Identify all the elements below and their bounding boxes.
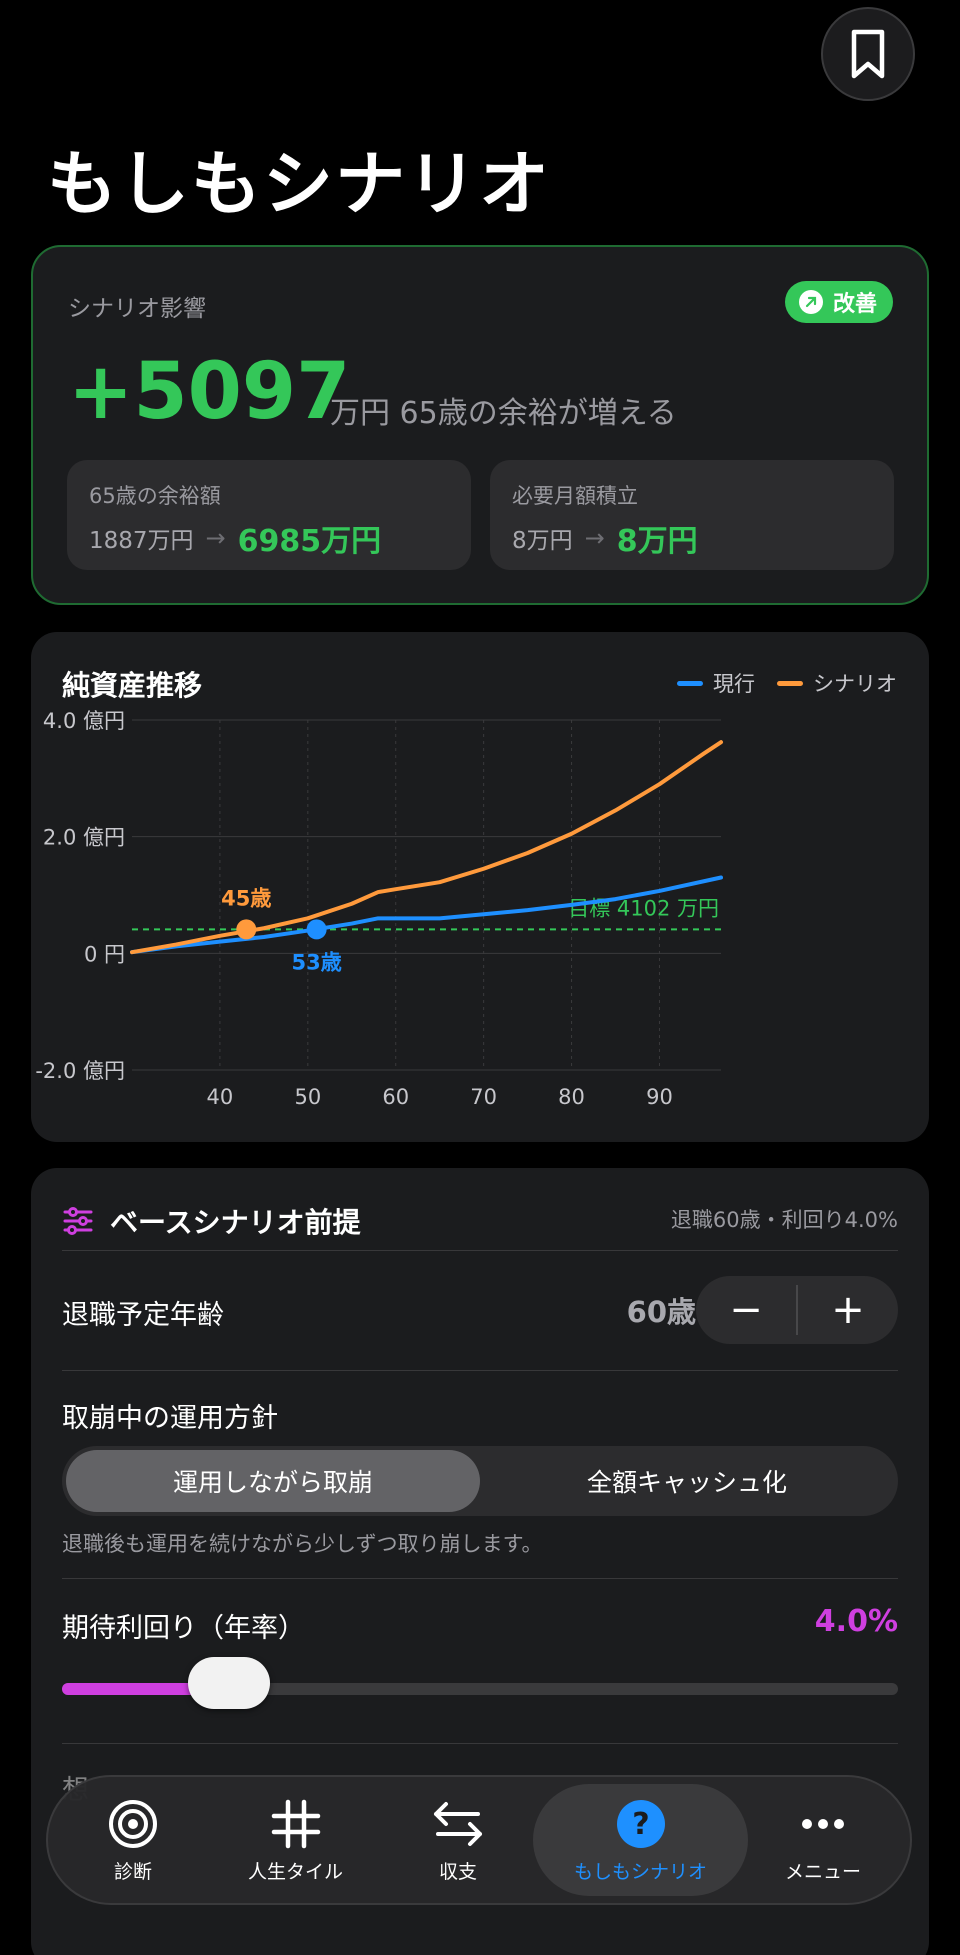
x-tick-label: 80	[558, 1085, 585, 1109]
net-worth-chart-card: 4.0 億円 2.0 億円 0 円 -2.0 億円 40 50 60 70 80 90 目標 410…	[31, 632, 929, 1142]
hash-icon	[270, 1797, 322, 1851]
x-tick-label: 40	[207, 1085, 234, 1109]
expected-return-label: 期待利回り（年率）	[62, 1613, 305, 1644]
marker-point	[306, 919, 327, 940]
segment-invest-while-withdrawing[interactable]: 運用しながら取崩	[66, 1450, 480, 1512]
target-label: 目標 4102 万円	[568, 896, 719, 920]
stat-from: 8万円	[512, 528, 573, 554]
tab-what-if-scenario[interactable]: ? もしもシナリオ	[533, 1784, 748, 1896]
legend-item-scenario: シナリオ	[777, 668, 897, 698]
chart-title: 純資産推移	[62, 669, 203, 702]
scenario-title: ベースシナリオ前提	[110, 1206, 361, 1239]
marker-label: 53歳	[291, 950, 341, 974]
stat-monthly-saving: 必要月額積立 8万円 → 8万円	[490, 460, 894, 570]
improvement-badge: 改善	[784, 281, 893, 323]
arrow-right-icon: →	[584, 524, 605, 552]
more-dots-icon	[797, 1797, 849, 1851]
arrows-swap-icon	[430, 1797, 486, 1851]
withdrawal-policy-label: 取崩中の運用方針	[62, 1403, 278, 1434]
arrow-right-icon: →	[205, 524, 226, 552]
stat-surplus-65: 65歳の余裕額 1887万円 → 6985万円	[67, 460, 471, 570]
tab-diagnosis[interactable]: 診断	[58, 1784, 208, 1896]
impact-value: +5097	[68, 347, 351, 437]
net-worth-chart: 4.0 億円 2.0 億円 0 円 -2.0 億円 40 50 60 70 80 90 目標 410…	[35, 709, 723, 1109]
x-tick-label: 90	[646, 1085, 673, 1109]
tab-bar: 診断 人生タイル 収支 ? もしもシナリオ メニュー	[46, 1775, 912, 1905]
svg-text:?: ?	[632, 1807, 649, 1842]
stat-to: 6985万円	[237, 524, 382, 559]
tab-label: メニュー	[784, 1860, 861, 1883]
y-tick-label: -2.0 億円	[35, 1059, 125, 1083]
expected-return-value: 4.0%	[814, 1604, 898, 1639]
tab-label: 収支	[438, 1860, 477, 1883]
bookmark-button[interactable]	[821, 7, 915, 101]
stat-from: 1887万円	[89, 528, 194, 554]
stat-title: 必要月額積立	[512, 484, 638, 508]
trend-up-icon	[798, 290, 823, 314]
impact-label: シナリオ影響	[68, 296, 206, 322]
tab-menu[interactable]: メニュー	[748, 1784, 898, 1896]
retire-age-stepper: − +	[696, 1276, 898, 1344]
stat-title: 65歳の余裕額	[89, 484, 221, 508]
segment-all-cash[interactable]: 全額キャッシュ化	[480, 1450, 894, 1512]
x-tick-label: 70	[470, 1085, 497, 1109]
target-icon	[107, 1797, 159, 1851]
legend-item-current: 現行	[677, 668, 755, 698]
expected-return-slider[interactable]	[62, 1657, 898, 1709]
policy-help-text: 退職後も運用を続けながら少しずつ取り崩します。	[62, 1532, 543, 1556]
impact-unit-text: 万円 65歳の余裕が増える	[330, 396, 677, 431]
decrement-button[interactable]: −	[696, 1276, 796, 1344]
y-tick-label: 0 円	[84, 942, 125, 966]
slider-thumb[interactable]	[188, 1657, 271, 1709]
question-circle-icon: ?	[615, 1797, 667, 1851]
y-tick-label: 4.0 億円	[43, 709, 125, 733]
scenario-impact-card: シナリオ影響 改善 +5097 万円 65歳の余裕が増える 65歳の余裕額 18…	[31, 245, 929, 605]
tab-life-tiles[interactable]: 人生タイル	[208, 1784, 383, 1896]
sliders-icon	[63, 1207, 93, 1235]
bookmark-icon	[851, 29, 885, 79]
tab-income-expense[interactable]: 収支	[383, 1784, 533, 1896]
increment-button[interactable]: +	[798, 1276, 898, 1344]
screen: もしもシナリオ シナリオ影響 改善 +5097 万円 65歳の余裕が増える 65…	[0, 0, 960, 1955]
badge-label: 改善	[832, 292, 877, 317]
stat-to: 8万円	[616, 524, 698, 559]
chart-legend: 現行 シナリオ	[677, 668, 897, 698]
y-tick-label: 2.0 億円	[43, 826, 125, 850]
withdrawal-policy-segmented: 運用しながら取崩 全額キャッシュ化	[62, 1446, 898, 1516]
marker-label: 45歳	[221, 886, 271, 910]
x-tick-label: 50	[294, 1085, 321, 1109]
x-tick-label: 60	[382, 1085, 409, 1109]
page-title: もしもシナリオ	[47, 143, 551, 225]
scenario-summary: 退職60歳・利回り4.0%	[670, 1208, 898, 1232]
tab-label: 人生タイル	[247, 1860, 343, 1883]
retire-age-value: 60歳	[626, 1295, 696, 1329]
tab-label: もしもシナリオ	[573, 1860, 707, 1883]
marker-point	[236, 919, 257, 940]
tab-label: 診断	[113, 1860, 152, 1883]
retire-age-label: 退職予定年齢	[62, 1300, 224, 1331]
